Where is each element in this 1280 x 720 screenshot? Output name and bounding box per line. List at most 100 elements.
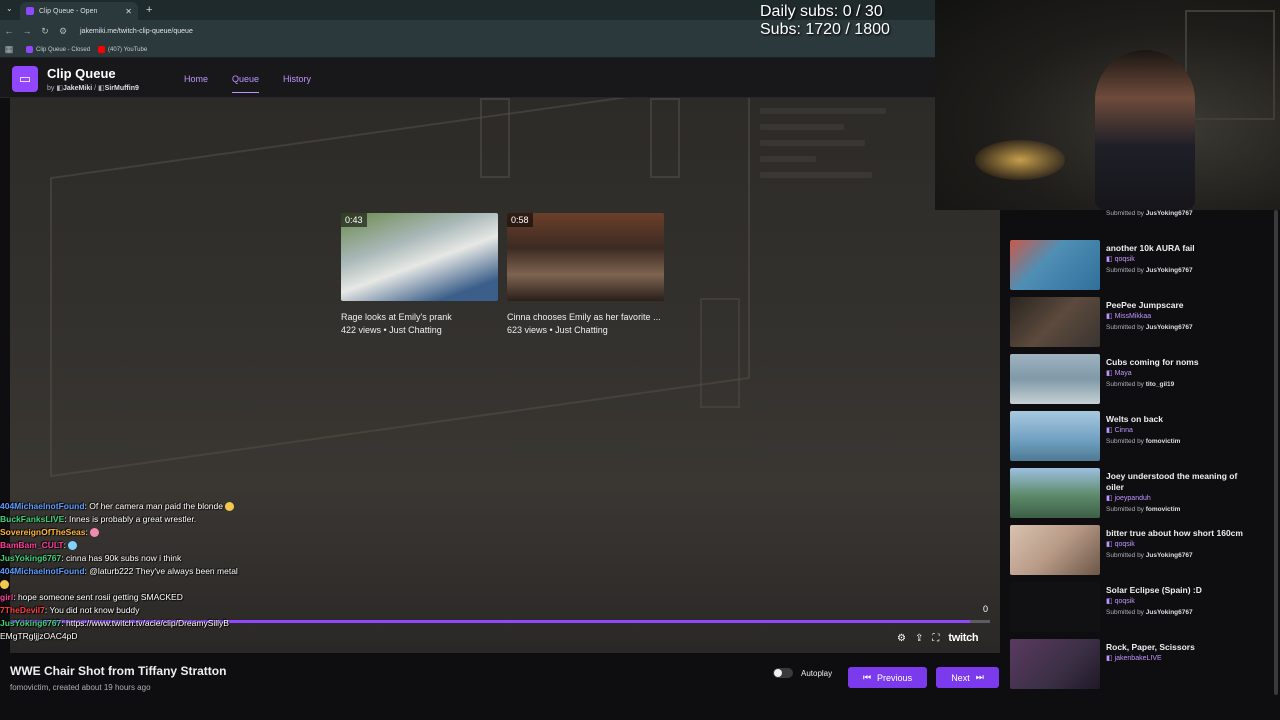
- tv-logo-icon: ▭: [12, 66, 38, 92]
- twitch-logo[interactable]: twitch: [948, 632, 978, 644]
- queue-submitted: Submitted by JusYoking6767: [1106, 552, 1193, 559]
- bookmark-clip-queue[interactable]: Clip Queue - Closed: [26, 46, 90, 53]
- streamer: [1095, 50, 1195, 210]
- queue-thumbnail: [1010, 468, 1100, 518]
- twitch-icon: ◧: [98, 85, 105, 92]
- clip-thumbnail[interactable]: 0:43: [341, 213, 498, 301]
- fullscreen-icon[interactable]: ⛶: [932, 633, 939, 644]
- queue-channel: ◧ joeypanduh: [1106, 495, 1151, 502]
- chat-message: JusYoking6767: cinna has 90k subs now i …: [0, 553, 182, 563]
- stream-chat-overlay: 404MichaelnotFound: Of her camera man pa…: [0, 500, 240, 643]
- nav-home[interactable]: Home: [184, 74, 208, 93]
- autoplay-toggle[interactable]: [773, 668, 793, 678]
- app-header: ▭ Clip Queue by ◧JakeMiki / ◧SirMuffin9 …: [0, 58, 935, 98]
- view-counter: 0: [983, 604, 989, 614]
- forward-icon[interactable]: →: [18, 26, 36, 36]
- skip-back-icon: ⏮: [862, 672, 872, 682]
- site-info-icon[interactable]: ⚙: [54, 26, 72, 37]
- twitch-icon: ◧: [1106, 427, 1115, 434]
- queue-title: Cubs coming for noms: [1106, 357, 1199, 367]
- nav-queue[interactable]: Queue: [232, 74, 260, 93]
- twitch-icon: ◧: [1106, 655, 1115, 662]
- queue-thumbnail: [1010, 582, 1100, 632]
- queue-item-submitted: Submitted by JusYoking6767: [1106, 210, 1193, 217]
- queue-item[interactable]: Cubs coming for noms ◧ Maya Submitted by…: [1010, 354, 1260, 406]
- queue-channel: ◧ Cinna: [1106, 427, 1133, 434]
- queue-title: Solar Eclipse (Spain) :D: [1106, 585, 1202, 595]
- clip-thumbnail[interactable]: 0:58: [507, 213, 664, 301]
- queue-title: Welts on back: [1106, 414, 1163, 424]
- chevron-down-icon[interactable]: ⌄: [6, 4, 13, 13]
- chat-message: BuckFanksLIVE: Innes is probably a great…: [0, 514, 197, 524]
- video-frame-window: [700, 298, 740, 408]
- autoplay-control[interactable]: Autoplay: [773, 668, 832, 678]
- close-tab-icon[interactable]: ✕: [125, 7, 132, 16]
- queue-thumbnail: [1010, 411, 1100, 461]
- chat-message: JusYoking6767: https://www.twitch.tv/aci…: [0, 618, 229, 641]
- apps-icon[interactable]: ▦: [0, 44, 18, 55]
- queue-item[interactable]: another 10k AURA fail ◧ qoqsik Submitted…: [1010, 240, 1260, 292]
- chat-message: 7TheDevil7: You did not know buddy: [0, 605, 140, 615]
- queue-channel: ◧ qoqsik: [1106, 256, 1135, 263]
- url-input[interactable]: jakemiki.me/twitch-clip-queue/queue: [80, 28, 193, 35]
- new-tab-button[interactable]: +: [146, 4, 152, 16]
- share-icon[interactable]: ⇪: [915, 633, 923, 644]
- total-subs: Subs: 1720 / 1800: [760, 21, 890, 38]
- author-link[interactable]: SirMuffin9: [105, 85, 139, 92]
- chat-message: 404MichaelnotFound: Of her camera man pa…: [0, 500, 240, 513]
- queue-scrollbar[interactable]: [1274, 210, 1278, 695]
- clip-title[interactable]: Cinna chooses Emily as her favorite ...: [507, 312, 664, 322]
- queue-channel: ◧ qoqsik: [1106, 541, 1135, 548]
- clip-title[interactable]: Rage looks at Emily's prank: [341, 312, 498, 322]
- chat-message: girl: hope someone sent rosii getting SM…: [0, 592, 183, 602]
- queue-title: Rock, Paper, Scissors: [1106, 642, 1195, 652]
- toggle-knob: [774, 669, 782, 677]
- twitch-icon: ◧: [1106, 495, 1115, 502]
- queue-item[interactable]: Solar Eclipse (Spain) :D ◧ qoqsik Submit…: [1010, 582, 1260, 634]
- queue-title: bitter true about how short 160cm: [1106, 528, 1243, 538]
- queue-item[interactable]: PeePee Jumpscare ◧ MissMikkaa Submitted …: [1010, 297, 1260, 349]
- emoji-icon: [0, 580, 9, 590]
- nav-history[interactable]: History: [283, 74, 311, 93]
- queue-item[interactable]: bitter true about how short 160cm ◧ qoqs…: [1010, 525, 1260, 577]
- author-link[interactable]: JakeMiki: [63, 85, 92, 92]
- queue-channel: ◧ MissMikkaa: [1106, 313, 1152, 320]
- queue-thumbnail: [1010, 297, 1100, 347]
- twitch-icon: ◧: [1106, 256, 1115, 263]
- recommended-clip[interactable]: 0:58 Cinna chooses Emily as her favorite…: [507, 213, 664, 335]
- settings-icon[interactable]: ⚙: [897, 633, 906, 644]
- queue-item[interactable]: Welts on back ◧ Cinna Submitted by fomov…: [1010, 411, 1260, 463]
- queue-submitted: Submitted by fomovictim: [1106, 506, 1181, 513]
- bookmarks-bar: ▦ Clip Queue - Closed (407) YouTube: [0, 42, 935, 58]
- daily-subs: Daily subs: 0 / 30: [760, 3, 883, 20]
- emoji-icon: [90, 528, 100, 538]
- reload-icon[interactable]: ↻: [36, 26, 54, 37]
- bookmark-youtube[interactable]: (407) YouTube: [98, 46, 147, 53]
- video-frame-window: [650, 98, 680, 178]
- previous-button[interactable]: ⏮ Previous: [848, 667, 927, 688]
- queue-item[interactable]: Rock, Paper, Scissors ◧ jakenbakeLIVE: [1010, 639, 1260, 691]
- recommended-clip[interactable]: 0:43 Rage looks at Emily's prank 422 vie…: [341, 213, 498, 335]
- next-button[interactable]: Next ⏭: [936, 667, 999, 688]
- chat-message: 404MichaelnotFound: @laturb222 They've a…: [0, 565, 240, 591]
- chat-message: SovereignOfTheSeas:: [0, 526, 240, 539]
- browser-tab[interactable]: Clip Queue - Open ✕: [20, 2, 138, 20]
- autoplay-label: Autoplay: [801, 668, 833, 678]
- queue-thumbnail: [1010, 354, 1100, 404]
- queue-channel: ◧ Maya: [1106, 370, 1132, 377]
- back-icon[interactable]: ←: [0, 26, 18, 36]
- twitch-icon: ◧: [1106, 370, 1115, 377]
- queue-submitted: Submitted by fomovictim: [1106, 438, 1181, 445]
- current-clip-title: WWE Chair Shot from Tiffany Stratton: [10, 664, 227, 678]
- skip-forward-icon: ⏭: [975, 672, 984, 682]
- webcam-feed: [935, 0, 1280, 210]
- twitch-icon: ◧: [1106, 598, 1115, 605]
- queue-item[interactable]: Joey understood the meaning of oiler ◧ j…: [1010, 468, 1260, 520]
- webcam-lamp: [975, 140, 1065, 180]
- clip-queue-list: Submitted by JusYoking6767 another 10k A…: [1000, 210, 1280, 720]
- queue-channel: ◧ jakenbakeLIVE: [1106, 655, 1162, 662]
- twitch-icon: ◧: [56, 85, 63, 92]
- queue-channel: ◧ qoqsik: [1106, 598, 1135, 605]
- queue-submitted: Submitted by tito_gil19: [1106, 381, 1175, 388]
- twitch-icon: ◧: [1106, 541, 1115, 548]
